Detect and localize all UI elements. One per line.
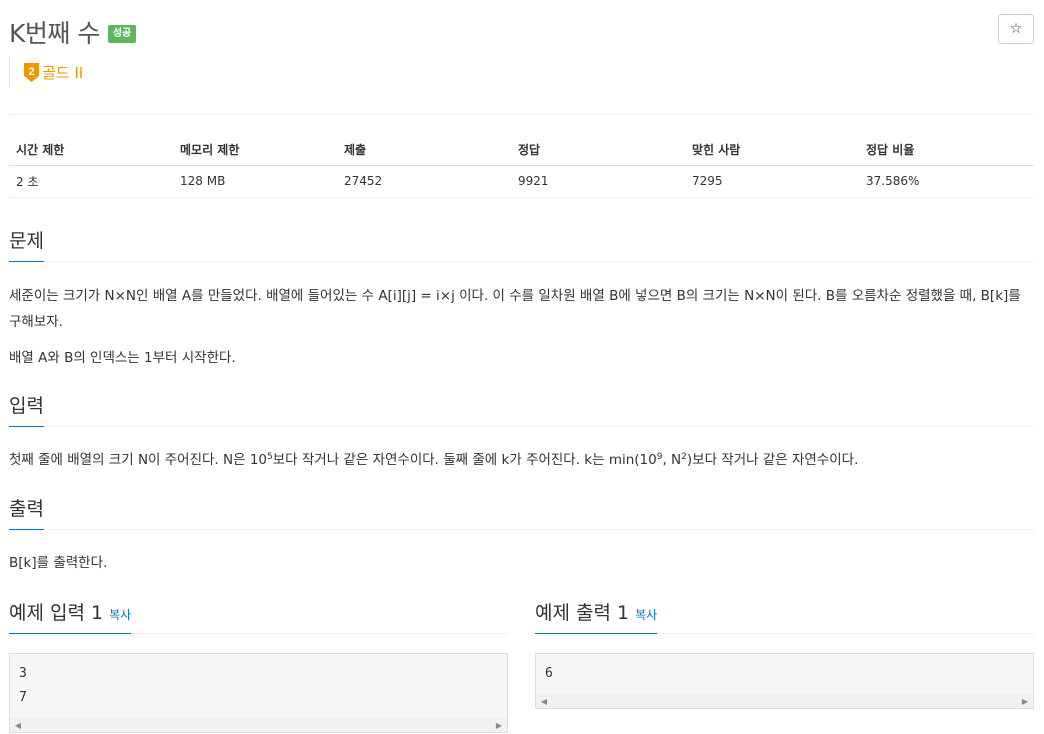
tier-box: 2 골드 II: [9, 56, 83, 88]
input-heading: 입력: [9, 391, 44, 427]
description-heading: 문제: [9, 226, 44, 262]
description-paragraph-2: 배열 A와 B의 인덱스는 1부터 시작한다.: [9, 350, 236, 366]
tier-label[interactable]: 골드 II: [42, 62, 83, 83]
sample-output-scrollbar[interactable]: ◀ ▶: [536, 694, 1033, 708]
header-divider: [9, 114, 1034, 115]
page-title: K번째 수: [9, 19, 100, 48]
memory-limit-value: 128 MB: [173, 165, 337, 198]
sample-input-content: 3 7: [19, 666, 27, 705]
title-row: K번째 수 성공: [9, 14, 137, 50]
description-body: 세준이는 크기가 N×N인 배열 A를 만들었다. 배열에 들어있는 수 A[i…: [9, 283, 1034, 371]
sample-input-box[interactable]: 3 7 ◀ ▶: [9, 653, 508, 733]
sample-output-content: 6: [545, 666, 553, 681]
sample-input-copy-button[interactable]: 복사: [109, 608, 131, 622]
status-badge: 성공: [107, 25, 137, 43]
output-paragraph: B[k]를 출력한다.: [9, 555, 108, 571]
scroll-right-icon[interactable]: ▶: [1019, 694, 1031, 708]
header-accepted: 정답: [511, 134, 685, 166]
sample-input-scrollbar[interactable]: ◀ ▶: [10, 718, 507, 732]
header-time-limit: 시간 제한: [9, 134, 173, 166]
scroll-left-icon[interactable]: ◀: [538, 694, 550, 708]
sample-input-header: 예제 입력 1 복사: [9, 598, 508, 634]
problem-info-table: 시간 제한 메모리 제한 제출 정답 맞힌 사람 정답 비율 2 초 128 M…: [9, 134, 1034, 198]
output-heading: 출력: [9, 494, 44, 530]
header-solved-users: 맞힌 사람: [685, 134, 859, 166]
scroll-right-icon[interactable]: ▶: [493, 718, 505, 732]
table-row: 2 초 128 MB 27452 9921 7295 37.586%: [9, 165, 1034, 198]
header-submissions: 제출: [337, 134, 511, 166]
sample-output-heading: 예제 출력 1 복사: [535, 598, 658, 634]
input-paragraph: 첫째 줄에 배열의 크기 N이 주어진다. N은 105보다 작거나 같은 자연…: [9, 452, 859, 468]
description-section-header: 문제: [9, 226, 1034, 262]
info-table-header-row: 시간 제한 메모리 제한 제출 정답 맞힌 사람 정답 비율: [9, 134, 1034, 166]
accept-ratio-value: 37.586%: [859, 165, 1034, 198]
scroll-left-icon[interactable]: ◀: [12, 718, 24, 732]
input-section-header: 입력: [9, 391, 1034, 427]
gold-tier-icon: 2: [24, 62, 39, 82]
output-body: B[k]를 출력한다.: [9, 550, 1034, 576]
accepted-value: 9921: [511, 165, 685, 198]
tier-number: 2: [28, 66, 34, 78]
time-limit-value: 2 초: [9, 165, 173, 198]
description-paragraph-1: 세준이는 크기가 N×N인 배열 A를 만들었다. 배열에 들어있는 수 A[i…: [9, 288, 1021, 330]
submissions-value[interactable]: 27452: [337, 165, 511, 198]
sample-output-copy-button[interactable]: 복사: [635, 608, 657, 622]
star-icon: ☆: [1009, 21, 1023, 37]
sample-output-header: 예제 출력 1 복사: [535, 598, 1034, 634]
solved-users-value[interactable]: 7295: [685, 165, 859, 198]
input-body: 첫째 줄에 배열의 크기 N이 주어진다. N은 105보다 작거나 같은 자연…: [9, 447, 1034, 473]
output-section-header: 출력: [9, 494, 1034, 530]
sample-output-box[interactable]: 6 ◀ ▶: [535, 653, 1034, 709]
header-accept-ratio: 정답 비율: [859, 134, 1034, 166]
header-memory-limit: 메모리 제한: [173, 134, 337, 166]
favorite-star-button[interactable]: ☆: [998, 14, 1034, 44]
sample-input-heading: 예제 입력 1 복사: [9, 598, 132, 634]
